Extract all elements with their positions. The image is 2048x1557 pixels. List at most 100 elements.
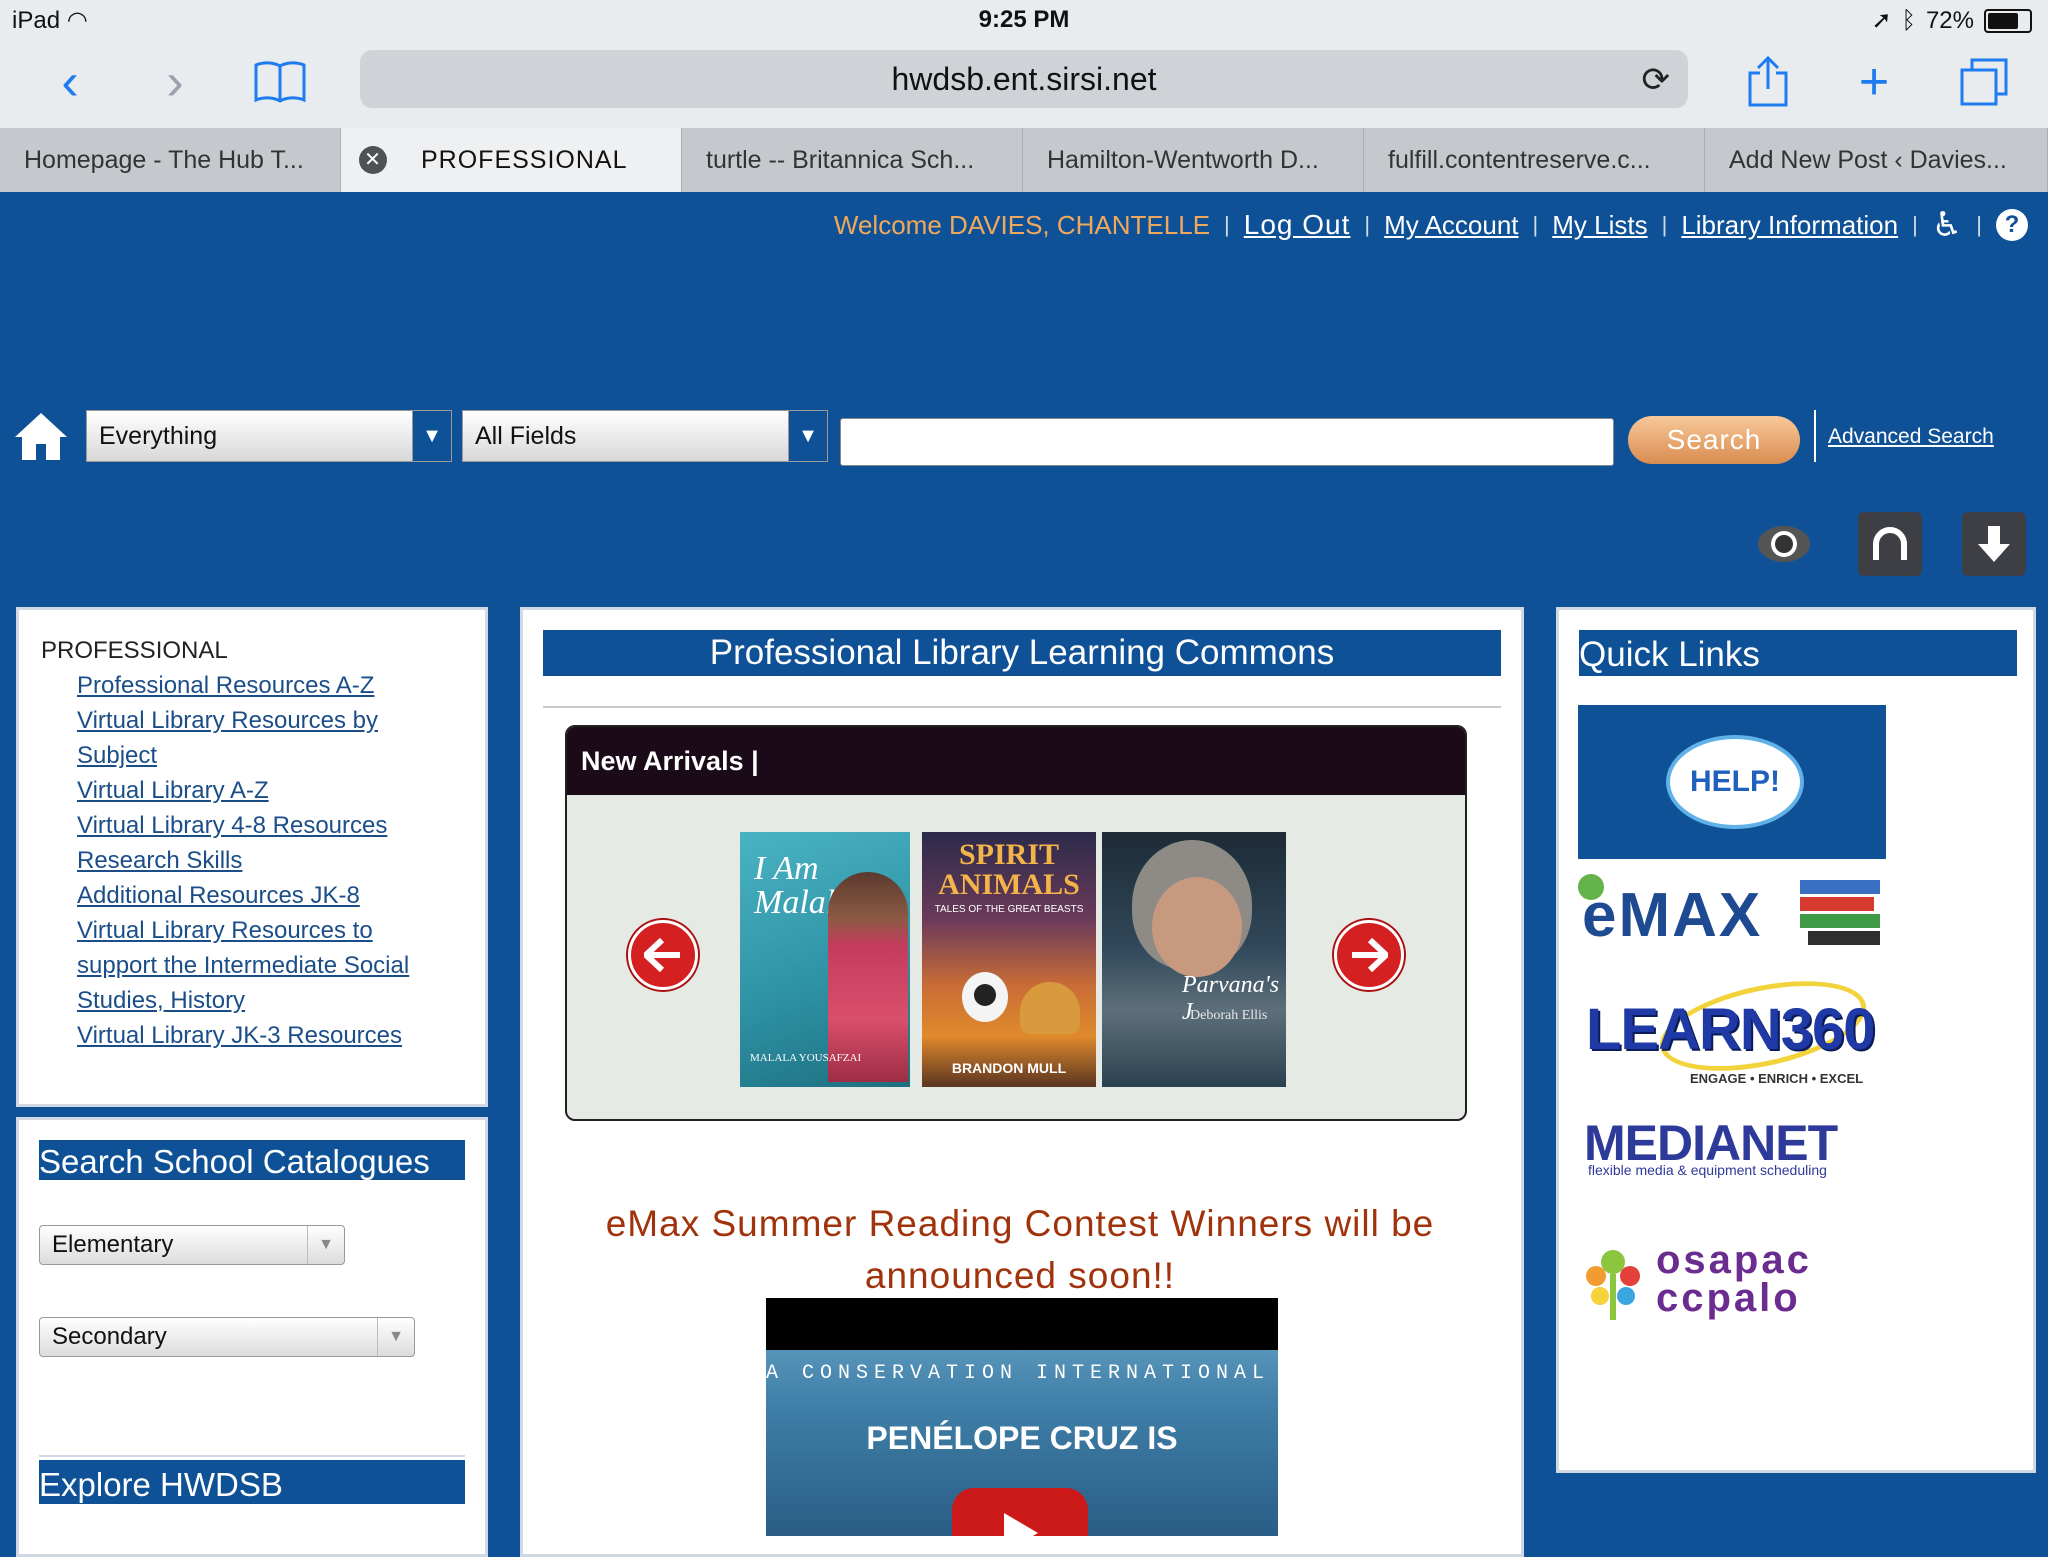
new-tab-icon[interactable]: + <box>1844 52 1904 112</box>
elementary-select[interactable]: Elementary ▼ <box>39 1225 345 1265</box>
back-icon[interactable]: ‹ <box>40 52 100 112</box>
separator: | <box>1976 212 1982 237</box>
osapac-tree-icon <box>1586 1250 1640 1320</box>
link-professional-resources[interactable]: Professional Resources A-Z <box>77 668 457 703</box>
announcement-text: eMax Summer Reading Contest Winners will… <box>605 1203 1435 1296</box>
clock: 9:25 PM <box>978 6 1070 33</box>
main-title: Professional Library Learning Commons <box>543 630 1501 676</box>
bookmarks-icon[interactable] <box>250 52 310 112</box>
carousel-prev-arrow-icon[interactable] <box>628 920 698 990</box>
book-cover-image <box>974 984 996 1006</box>
catalogues-panel: Search School Catalogues Elementary ▼ Se… <box>16 1117 488 1557</box>
help-bubble-icon: HELP! <box>1666 735 1804 829</box>
emax-link[interactable]: eMAX <box>1578 866 1886 966</box>
emax-figure-icon <box>1578 874 1604 900</box>
divider <box>1814 410 1816 462</box>
tab-hamilton[interactable]: Hamilton-Wentworth D... <box>1023 128 1364 192</box>
view-icon[interactable] <box>1752 512 1816 576</box>
tab-label: Hamilton-Wentworth D... <box>1047 145 1319 174</box>
tab-label: Homepage - The Hub T... <box>24 145 304 174</box>
book-title: I Am Malala <box>754 850 853 921</box>
emax-logo-text: eMAX <box>1582 881 1763 950</box>
panel-heading: PROFESSIONAL <box>41 637 228 664</box>
link-research-skills[interactable]: Research Skills <box>77 843 457 878</box>
link-virtual-library-by-subject[interactable]: Virtual Library Resources by Subject <box>77 703 457 773</box>
separator: | <box>1532 212 1539 237</box>
video-subtitle-text: PENÉLOPE CRUZ IS <box>866 1420 1178 1456</box>
logout-link[interactable]: Log Out <box>1244 209 1351 241</box>
carousel-next-arrow-icon[interactable] <box>1334 920 1404 990</box>
book-cover-spirit-animals[interactable]: SPIRIT ANIMALS TALES OF THE GREAT BEASTS… <box>922 832 1096 1087</box>
url-text: hwdsb.ent.sirsi.net <box>891 60 1157 97</box>
search-field-select[interactable]: All Fields ▼ <box>462 410 828 462</box>
book-cover-image <box>1020 982 1080 1034</box>
book-title: SPIRIT ANIMALS <box>938 838 1080 901</box>
learn360-link[interactable]: LEARN360 ENGAGE • ENRICH • EXCEL <box>1578 965 1886 1088</box>
divider <box>39 1455 465 1457</box>
chevron-down-icon: ▼ <box>377 1318 414 1356</box>
link-additional-resources[interactable]: Additional Resources JK-8 <box>77 878 457 913</box>
tab-add-new-post[interactable]: Add New Post ‹ Davies... <box>1705 128 2048 192</box>
chevron-down-icon: ▼ <box>788 411 827 461</box>
tab-label: Add New Post ‹ Davies... <box>1729 145 2007 174</box>
link-intermediate-social-studies[interactable]: Virtual Library Resources to support the… <box>77 913 437 1018</box>
bluetooth-icon: ᛒ <box>1901 6 1916 34</box>
tabs-overview-icon[interactable] <box>1954 52 2014 112</box>
tab-professional[interactable]: ✕ PROFESSIONAL <box>341 128 682 192</box>
book-subtitle: TALES OF THE GREAT BEASTS <box>934 904 1084 915</box>
link-virtual-library-a-z[interactable]: Virtual Library A-Z <box>77 773 457 808</box>
browser-toolbar: ‹ › hwdsb.ent.sirsi.net ⟳ + <box>0 40 2048 128</box>
book-cover-image <box>828 872 908 1082</box>
book-cover-image <box>1152 877 1242 977</box>
separator: | <box>1912 212 1918 237</box>
video-embed[interactable]: A CONSERVATION INTERNATIONAL FILM PENÉLO… <box>766 1298 1278 1536</box>
book-cover-i-am-malala[interactable]: I Am Malala MALALA YOUSAFZAI <box>740 832 910 1087</box>
forward-icon[interactable]: › <box>145 52 205 112</box>
help-icon[interactable]: ? <box>1996 209 2028 241</box>
accessibility-icon[interactable]: ♿ <box>1932 205 1962 245</box>
video-top-bar <box>766 1298 1278 1350</box>
learn360-logo-text: LEARN360 <box>1586 997 1876 1062</box>
headphones-icon[interactable] <box>1858 512 1922 576</box>
status-right: ➚ ᛒ 72% <box>1871 6 2032 35</box>
professional-links: Professional Resources A-Z Virtual Libra… <box>41 668 457 1053</box>
download-icon[interactable] <box>1962 512 2026 576</box>
search-input[interactable] <box>840 418 1614 466</box>
tab-label: turtle -- Britannica Sch... <box>706 145 975 174</box>
search-button[interactable]: Search <box>1628 416 1800 464</box>
reload-icon[interactable]: ⟳ <box>1642 60 1671 100</box>
tab-britannica[interactable]: turtle -- Britannica Sch... <box>682 128 1023 192</box>
link-virtual-library-jk-3[interactable]: Virtual Library JK-3 Resources <box>77 1018 457 1053</box>
link-virtual-library-4-8[interactable]: Virtual Library 4-8 Resources <box>77 808 457 843</box>
medianet-link[interactable]: MEDIANET flexible media & equipment sche… <box>1578 1114 1886 1184</box>
book-author: MALALA YOUSAFZAI <box>750 1052 862 1064</box>
home-icon[interactable] <box>12 410 70 462</box>
explore-title: Explore HWDSB <box>39 1460 465 1504</box>
status-bar: iPad ◠ 9:25 PM ➚ ᛒ 72% <box>0 0 2048 40</box>
advanced-search-link[interactable]: Advanced Search <box>1828 425 1994 449</box>
books-stack-icon <box>1800 880 1880 952</box>
professional-menu-panel: PROFESSIONAL Professional Resources A-Z … <box>16 607 488 1107</box>
my-lists-link[interactable]: My Lists <box>1552 210 1647 241</box>
battery-percent: 72% <box>1925 6 1974 34</box>
ccpalo-logo-text: ccpalo <box>1656 1276 1801 1320</box>
my-account-link[interactable]: My Account <box>1384 210 1518 241</box>
book-cover-parvanas-journey[interactable]: Parvana's J Deborah Ellis <box>1102 832 1286 1087</box>
book-author: Deborah Ellis <box>1190 1008 1268 1023</box>
tab-contentreserve[interactable]: fulfill.contentreserve.c... <box>1364 128 1705 192</box>
chevron-down-icon: ▼ <box>307 1226 344 1264</box>
address-bar[interactable]: hwdsb.ent.sirsi.net ⟳ <box>360 50 1688 108</box>
share-icon[interactable] <box>1738 52 1798 112</box>
tab-label: fulfill.contentreserve.c... <box>1388 145 1651 174</box>
library-information-link[interactable]: Library Information <box>1681 210 1898 241</box>
search-scope-select[interactable]: Everything ▼ <box>86 410 452 462</box>
help-link[interactable]: HELP! <box>1578 705 1886 859</box>
select-value: Everything <box>99 421 218 450</box>
osapac-link[interactable]: osapac ccpalo <box>1578 1240 1886 1326</box>
tab-homepage[interactable]: Homepage - The Hub T... <box>0 128 341 192</box>
select-value: Elementary <box>52 1231 174 1258</box>
play-icon[interactable] <box>952 1488 1088 1536</box>
secondary-select[interactable]: Secondary ▼ <box>39 1317 415 1357</box>
close-tab-icon[interactable]: ✕ <box>359 146 387 174</box>
tab-label: PROFESSIONAL <box>421 145 628 174</box>
